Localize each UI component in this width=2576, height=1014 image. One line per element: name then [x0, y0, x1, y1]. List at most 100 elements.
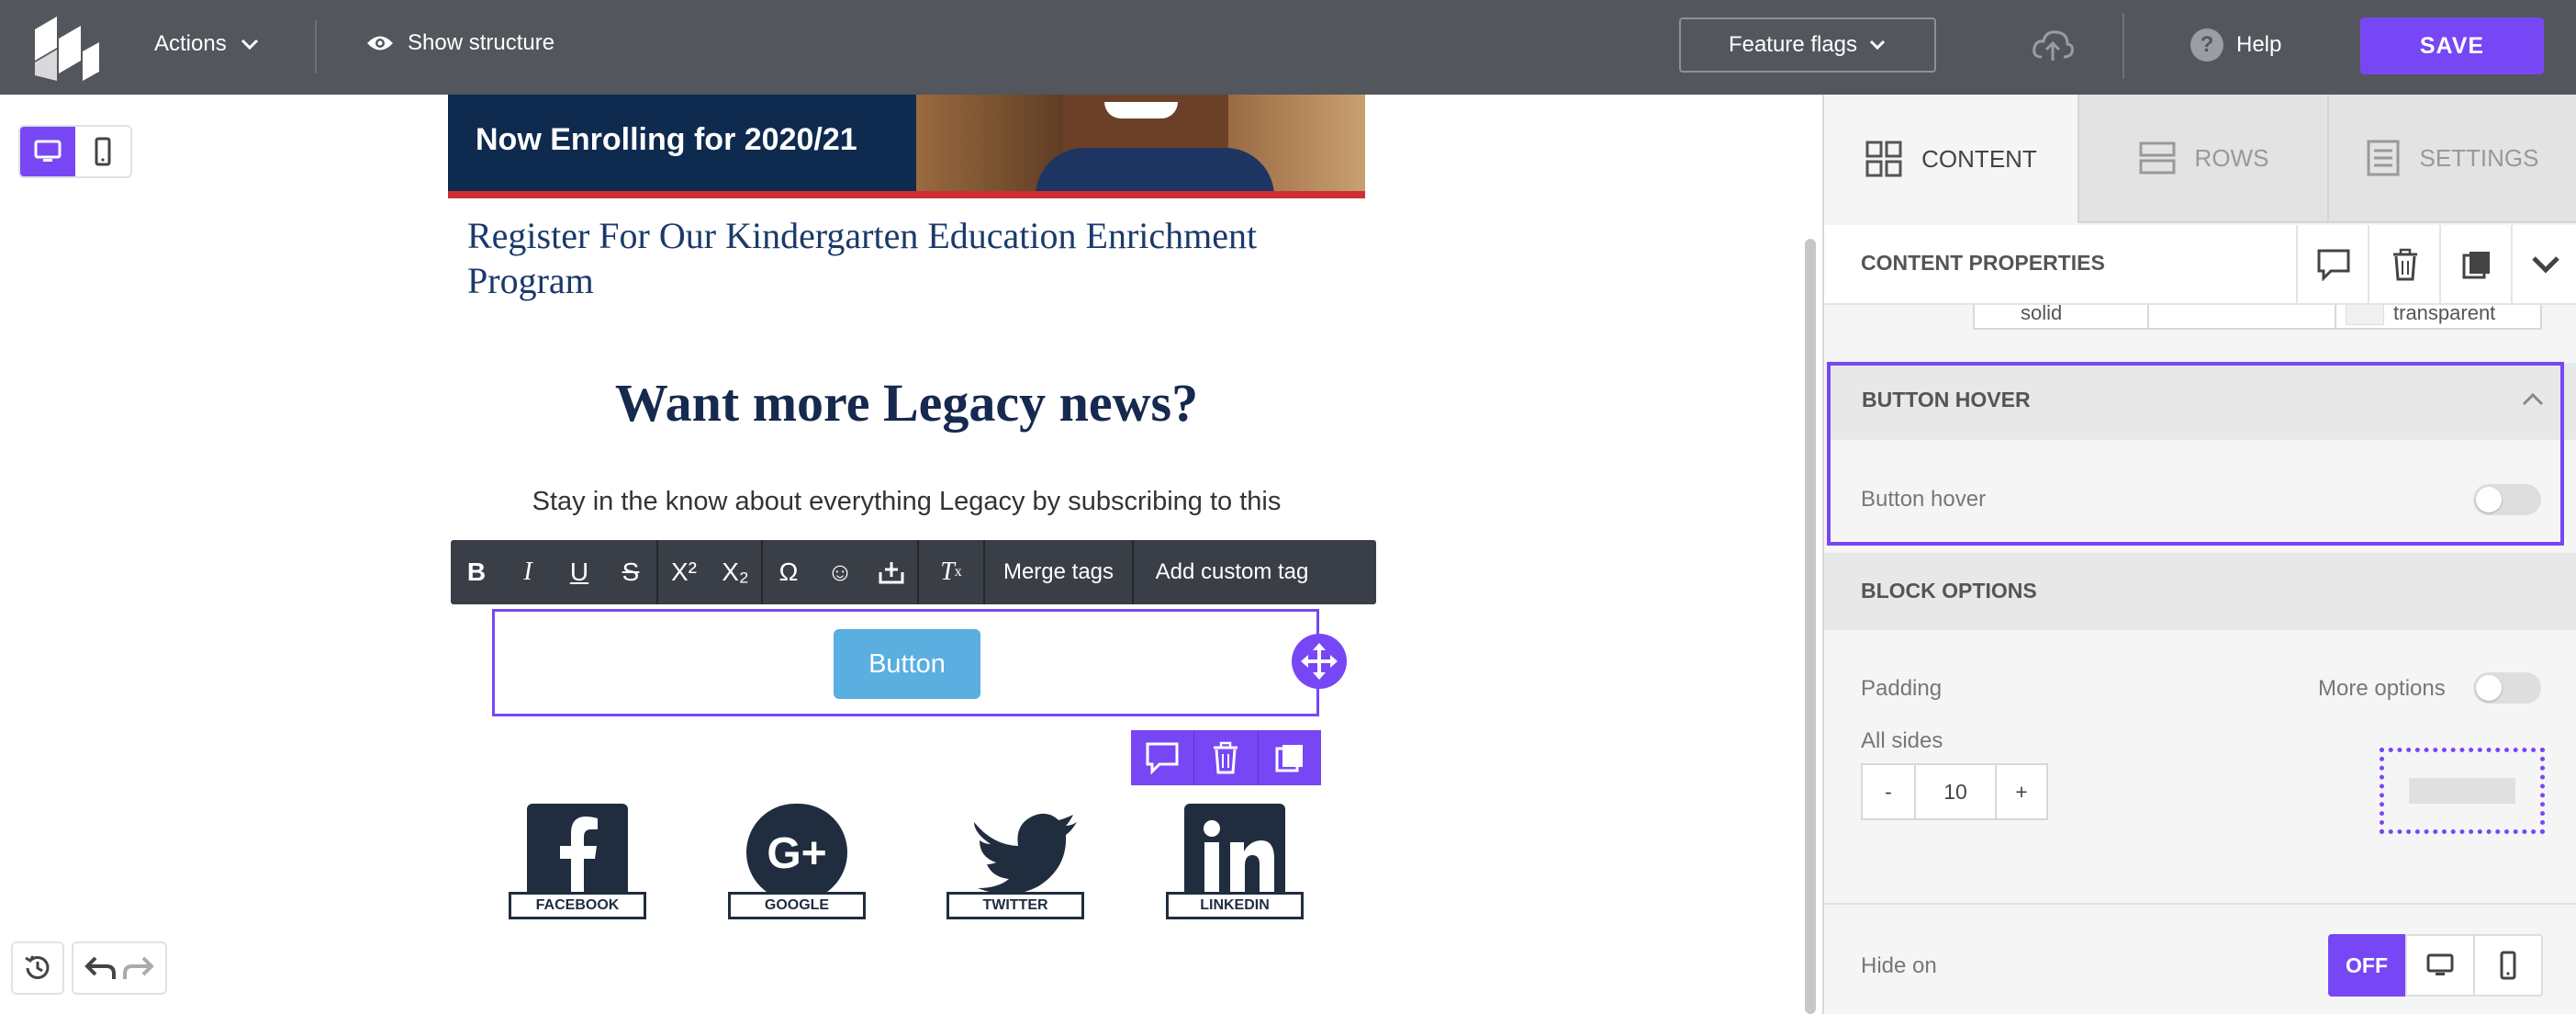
actions-menu[interactable]: Actions	[154, 31, 260, 57]
hero-image	[916, 95, 1365, 197]
clear-format-icon[interactable]: Tx	[919, 540, 983, 604]
padding-value-input[interactable]: 10	[1914, 763, 1997, 820]
collapse-button[interactable]	[2511, 225, 2576, 303]
twitter-icon	[965, 804, 1077, 901]
all-sides-label: All sides	[1861, 728, 1943, 753]
content-properties-title: CONTENT PROPERTIES	[1861, 251, 2105, 275]
register-heading[interactable]: Register For Our Kindergarten Education …	[467, 213, 1349, 303]
text-format-toolbar: B I U S X² X₂ Ω ☺ Tx Merge tags Add cust…	[451, 540, 1376, 604]
duplicate-button[interactable]	[1257, 730, 1321, 785]
delete-button[interactable]	[1193, 730, 1257, 785]
social-label-facebook: FACEBOOK	[509, 892, 646, 919]
duplicate-icon	[1275, 745, 1303, 772]
mobile-icon	[95, 137, 111, 166]
divider	[2122, 13, 2124, 79]
desktop-icon	[2426, 953, 2454, 975]
undo-icon[interactable]	[83, 953, 119, 983]
padding-increase-button[interactable]: +	[1995, 763, 2048, 820]
desktop-icon	[34, 140, 62, 162]
show-structure-toggle[interactable]: Show structure	[365, 30, 554, 56]
newsletter-heading[interactable]: Want more Legacy news?	[448, 372, 1365, 434]
tab-rows[interactable]: ROWS	[2078, 95, 2327, 223]
social-google[interactable]: G+ GOOGLE	[728, 804, 866, 921]
feature-flags-dropdown[interactable]: Feature flags	[1679, 17, 1936, 73]
merge-tags-button[interactable]: Merge tags	[985, 540, 1132, 604]
comment-button[interactable]	[1131, 730, 1193, 785]
tab-rows-label: ROWS	[2194, 143, 2269, 172]
social-twitter[interactable]: TWITTER	[946, 804, 1084, 921]
newsletter-text[interactable]: Stay in the know about everything Legacy…	[448, 487, 1365, 517]
subscript-icon[interactable]: X₂	[710, 540, 761, 604]
divider	[1824, 903, 2576, 905]
content-properties-header: CONTENT PROPERTIES	[1824, 225, 2576, 305]
underline-icon[interactable]: U	[554, 540, 605, 604]
trash-icon	[2393, 248, 2417, 280]
hero-text: Now Enrolling for 2020/21	[476, 122, 857, 157]
chevron-down-icon	[241, 39, 258, 51]
social-linkedin[interactable]: LINKEDIN	[1166, 804, 1304, 921]
special-character-icon[interactable]: Ω	[763, 540, 814, 604]
settings-icon	[2367, 140, 2400, 176]
social-label-twitter: TWITTER	[946, 892, 1084, 919]
tab-content[interactable]: CONTENT	[1824, 95, 2078, 223]
help-link[interactable]: ? Help	[2190, 28, 2281, 62]
app-logo-icon[interactable]	[26, 11, 103, 83]
actions-label: Actions	[154, 31, 227, 56]
child-shirt	[1036, 148, 1274, 197]
hide-on-mobile-button[interactable]	[2475, 934, 2543, 997]
comment-button[interactable]	[2296, 225, 2369, 303]
chevron-down-icon	[1869, 39, 1886, 51]
grid-icon	[1865, 141, 1902, 177]
hide-on-label: Hide on	[1861, 953, 1937, 978]
mobile-view-button[interactable]	[75, 127, 130, 176]
linkedin-icon	[1184, 804, 1285, 901]
delete-button[interactable]	[2368, 225, 2441, 303]
move-handle[interactable]	[1292, 634, 1347, 689]
top-bar: Actions Show structure Feature flags ? H…	[0, 0, 2576, 95]
canvas-scrollbar[interactable]	[1805, 239, 1816, 1014]
hide-on-off-button[interactable]: OFF	[2328, 934, 2405, 997]
block-actions	[1131, 730, 1321, 785]
social-label-linkedin: LINKEDIN	[1166, 892, 1304, 919]
hero-banner[interactable]: Now Enrolling for 2020/21	[448, 95, 1365, 197]
strikethrough-icon[interactable]: S	[605, 540, 656, 604]
bold-icon[interactable]: B	[451, 540, 502, 604]
placeholder-bar	[2409, 778, 2515, 804]
padding-decrease-button[interactable]: -	[1861, 763, 1916, 820]
cloud-upload-icon[interactable]	[2031, 28, 2075, 64]
email-button[interactable]: Button	[834, 629, 980, 699]
show-structure-label: Show structure	[408, 30, 555, 55]
divider	[315, 20, 317, 73]
feature-flags-label: Feature flags	[1728, 32, 1858, 57]
padding-label: Padding	[1861, 676, 1943, 701]
hide-on-desktop-button[interactable]	[2405, 934, 2475, 997]
desktop-view-button[interactable]	[20, 127, 75, 176]
hide-on-segmented-control: OFF	[2328, 934, 2543, 997]
italic-icon[interactable]: I	[502, 540, 554, 604]
more-options-toggle[interactable]	[2473, 672, 2541, 704]
tab-settings[interactable]: SETTINGS	[2327, 95, 2576, 223]
social-facebook[interactable]: FACEBOOK	[509, 804, 646, 921]
google-plus-icon: G+	[746, 804, 847, 901]
redo-icon[interactable]	[119, 953, 156, 983]
button-hover-highlight	[1827, 362, 2564, 546]
trash-icon	[1214, 741, 1238, 774]
tab-content-label: CONTENT	[1921, 144, 2037, 173]
insert-icon[interactable]	[866, 540, 917, 604]
emoji-icon[interactable]: ☺	[814, 540, 866, 604]
block-options-title: BLOCK OPTIONS	[1861, 579, 2037, 603]
mobile-icon	[2500, 951, 2516, 980]
superscript-icon[interactable]: X²	[658, 540, 710, 604]
add-custom-tag-button[interactable]: Add custom tag	[1134, 540, 1330, 604]
duplicate-button[interactable]	[2439, 225, 2513, 303]
history-button[interactable]	[11, 941, 64, 995]
duplicate-icon	[2462, 251, 2490, 278]
drop-target-placeholder[interactable]	[2380, 748, 2545, 834]
eye-icon	[367, 36, 393, 51]
facebook-icon	[527, 804, 628, 901]
device-preview-toggle	[18, 125, 132, 178]
insert-glyph	[879, 562, 904, 584]
undo-redo-group	[72, 941, 167, 995]
save-button[interactable]: SAVE	[2360, 17, 2544, 74]
tab-settings-label: SETTINGS	[2419, 143, 2539, 172]
